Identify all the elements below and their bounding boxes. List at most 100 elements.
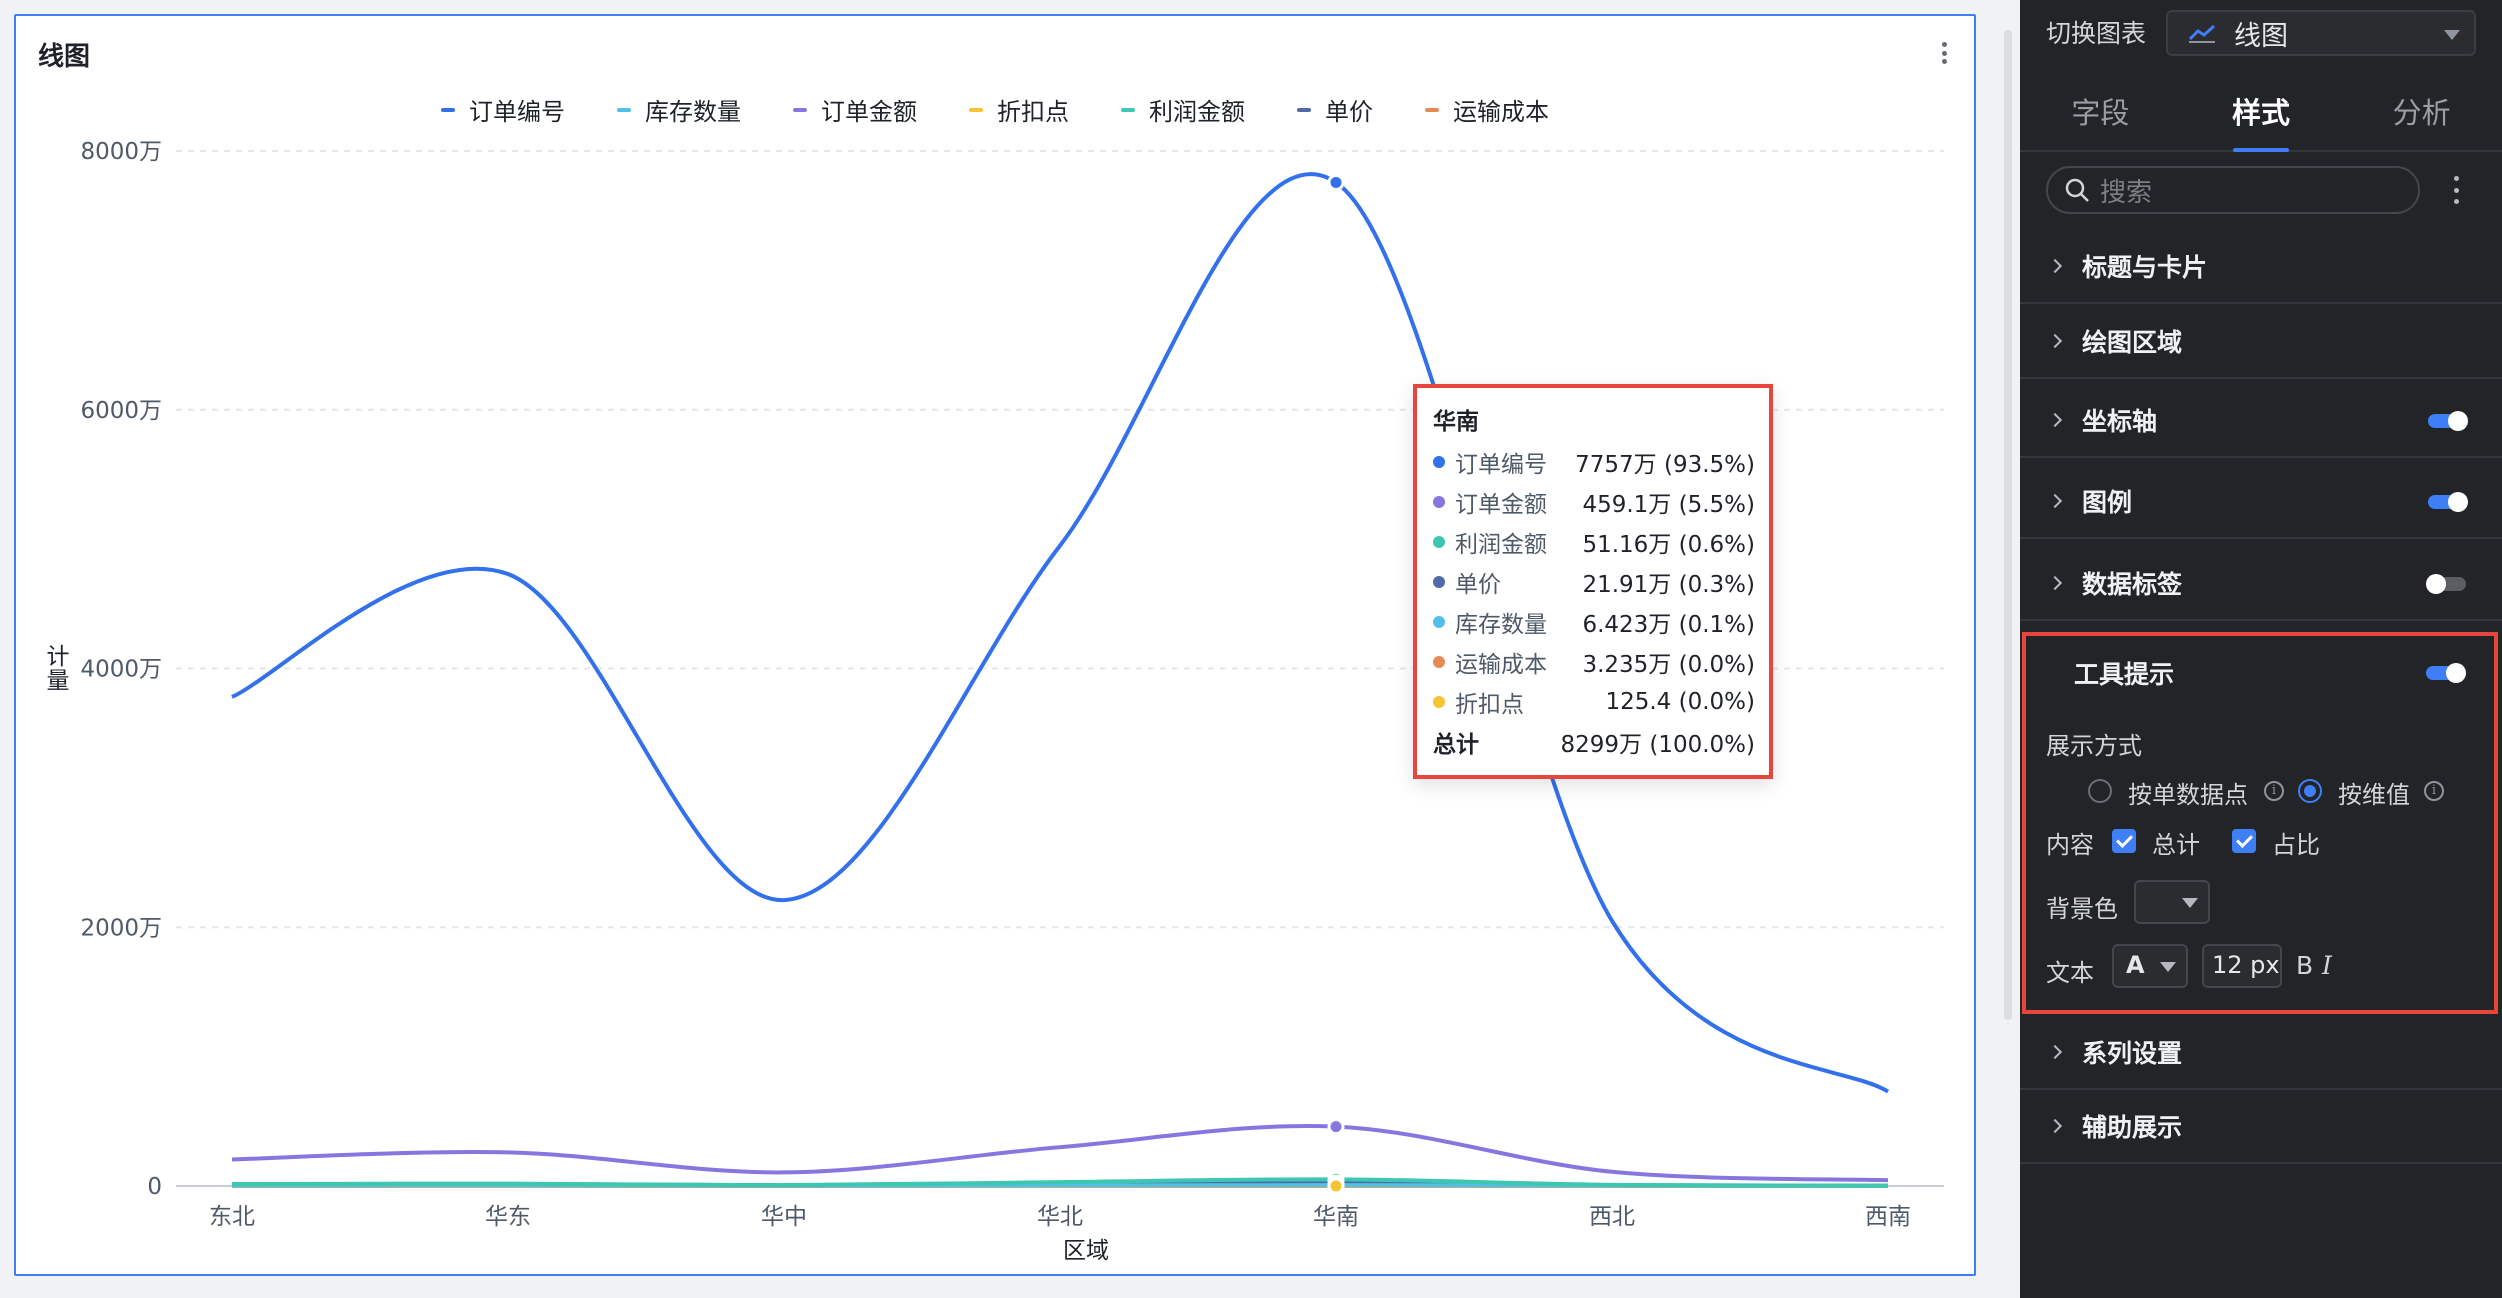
tooltip-series-value: 6.423万 (0.1%) — [1582, 612, 1755, 638]
more-options-icon[interactable] — [2448, 172, 2464, 208]
data-point — [1327, 1177, 1345, 1195]
y-tick-label: 8000万 — [80, 139, 162, 165]
total-checkbox[interactable] — [2112, 829, 2136, 853]
chart-type-select[interactable]: 线图 — [2166, 10, 2476, 56]
bg-color-label: 背景色 — [2046, 895, 2118, 923]
chart-tooltip: 华南 订单编号 7757万 (93.5%) 订单金额 459.1万 (5.5%)… — [1413, 384, 1773, 779]
mode-single-radio[interactable] — [2088, 779, 2112, 803]
section-plot-area[interactable]: 绘图区域 — [2020, 305, 2502, 379]
section-label: 绘图区域 — [2082, 328, 2183, 357]
scrollbar-thumb[interactable] — [2004, 30, 2012, 1020]
font-size-input[interactable]: 12 px — [2202, 944, 2282, 988]
series-dot — [1433, 536, 1445, 548]
series-dot — [1433, 456, 1445, 468]
x-tick-label: 东北 — [209, 1204, 255, 1230]
section-tooltip: 工具提示 展示方式 按单数据点 i 按维值 i 内容 总计 占比 背景色 文本 … — [2022, 632, 2498, 1014]
search-icon — [2065, 178, 2089, 202]
tooltip-row: 单价 21.91万 (0.3%) — [1433, 562, 1755, 602]
chart-type-value: 线图 — [2234, 20, 2288, 52]
legend-toggle[interactable] — [2428, 492, 2468, 512]
content-label: 内容 — [2046, 831, 2094, 859]
info-icon[interactable]: i — [2424, 781, 2444, 801]
chevron-right-icon — [2047, 1118, 2063, 1134]
data-point — [1327, 1118, 1345, 1136]
section-title-card[interactable]: 标题与卡片 — [2020, 230, 2502, 304]
tooltip-series-value: 21.91万 (0.3%) — [1582, 572, 1755, 598]
series-dot — [1433, 616, 1445, 628]
italic-button[interactable]: I — [2322, 951, 2332, 980]
tooltip-total-row: 总计 8299万 (100.0%) — [1433, 722, 1755, 762]
y-axis-title: 计量 — [47, 644, 70, 694]
search-row: 搜索 — [2020, 166, 2502, 218]
chart-card: 线图 订单编号 库存数量 订单金额 折扣点 利润金额 单价 运输成本 0 200… — [14, 14, 1976, 1276]
series-dot — [1433, 496, 1445, 508]
canvas-scrollbar[interactable] — [1996, 0, 2020, 1298]
tooltip-total-label: 总计 — [1433, 732, 1479, 758]
font-color-value: A — [2126, 951, 2145, 979]
x-tick-label: 华中 — [761, 1204, 807, 1230]
tooltip-total-value: 8299万 (100.0%) — [1560, 732, 1756, 758]
chevron-right-icon — [2047, 412, 2063, 428]
section-data-label[interactable]: 数据标签 — [2020, 547, 2502, 621]
tab-fields[interactable]: 字段 — [2020, 80, 2181, 150]
tooltip-row: 订单金额 459.1万 (5.5%) — [1433, 482, 1755, 522]
chevron-right-icon — [2047, 493, 2063, 509]
chevron-right-icon — [2047, 1044, 2063, 1060]
section-label: 辅助展示 — [2082, 1113, 2183, 1142]
tooltip-row: 订单编号 7757万 (93.5%) — [1433, 442, 1755, 482]
x-tick-label: 华北 — [1037, 1204, 1083, 1230]
series-dot — [1433, 656, 1445, 668]
font-size-value: 12 px — [2212, 951, 2280, 979]
chevron-right-icon — [2047, 575, 2063, 591]
font-color-select[interactable]: A — [2112, 944, 2188, 988]
tooltip-series-value: 3.235万 (0.0%) — [1582, 652, 1755, 678]
section-label: 标题与卡片 — [2082, 253, 2208, 282]
line-chart-icon — [2188, 24, 2216, 43]
tooltip-row: 利润金额 51.16万 (0.6%) — [1433, 522, 1755, 562]
x-tick-label: 西南 — [1865, 1204, 1911, 1230]
section-label: 图例 — [2082, 488, 2133, 517]
tooltip-row: 折扣点 125.4 (0.0%) — [1433, 682, 1755, 722]
tooltip-series-value: 125.4 (0.0%) — [1605, 689, 1755, 715]
tooltip-row: 库存数量 6.423万 (0.1%) — [1433, 602, 1755, 642]
mode-dim-radio[interactable] — [2298, 779, 2322, 803]
search-placeholder: 搜索 — [2100, 177, 2153, 208]
data-label-toggle[interactable] — [2426, 574, 2466, 594]
section-series[interactable]: 系列设置 — [2020, 1016, 2502, 1090]
section-legend[interactable]: 图例 — [2020, 465, 2502, 539]
chevron-down-icon — [2444, 30, 2460, 40]
switch-chart-label: 切换图表 — [2046, 19, 2147, 48]
bold-button[interactable]: B — [2296, 951, 2313, 980]
ratio-checkbox[interactable] — [2232, 829, 2256, 853]
tooltip-series-name: 运输成本 — [1455, 652, 1547, 678]
axis-toggle[interactable] — [2428, 411, 2468, 431]
tooltip-series-value: 51.16万 (0.6%) — [1582, 532, 1755, 558]
section-tooltip-header[interactable]: 工具提示 — [2026, 636, 2494, 710]
section-axis[interactable]: 坐标轴 — [2020, 384, 2502, 458]
bg-color-picker[interactable] — [2134, 880, 2210, 924]
series-dot — [1433, 696, 1445, 708]
text-label: 文本 — [2046, 959, 2094, 987]
tab-style[interactable]: 样式 — [2181, 80, 2342, 152]
tooltip-title: 华南 — [1433, 409, 1479, 435]
tooltip-series-name: 折扣点 — [1455, 692, 1524, 718]
info-icon[interactable]: i — [2264, 781, 2284, 801]
y-tick-label: 4000万 — [80, 657, 162, 683]
tab-analysis[interactable]: 分析 — [2341, 80, 2502, 150]
chevron-right-icon — [2047, 333, 2063, 349]
tooltip-series-name: 单价 — [1455, 572, 1501, 598]
tooltip-series-name: 利润金额 — [1455, 532, 1547, 558]
tooltip-series-value: 7757万 (93.5%) — [1575, 452, 1755, 478]
tooltip-series-name: 订单金额 — [1455, 492, 1547, 518]
search-input[interactable]: 搜索 — [2046, 166, 2420, 214]
mode-single-label: 按单数据点 — [2128, 781, 2248, 809]
data-point — [1327, 173, 1345, 191]
tooltip-series-name: 订单编号 — [1455, 452, 1547, 478]
chevron-right-icon — [2047, 258, 2063, 274]
tooltip-series-value: 459.1万 (5.5%) — [1582, 492, 1755, 518]
mode-dim-label: 按维值 — [2338, 781, 2410, 809]
total-checkbox-label: 总计 — [2152, 831, 2200, 859]
section-aux[interactable]: 辅助展示 — [2020, 1090, 2502, 1164]
tooltip-toggle[interactable] — [2426, 663, 2466, 683]
tooltip-row: 运输成本 3.235万 (0.0%) — [1433, 642, 1755, 682]
